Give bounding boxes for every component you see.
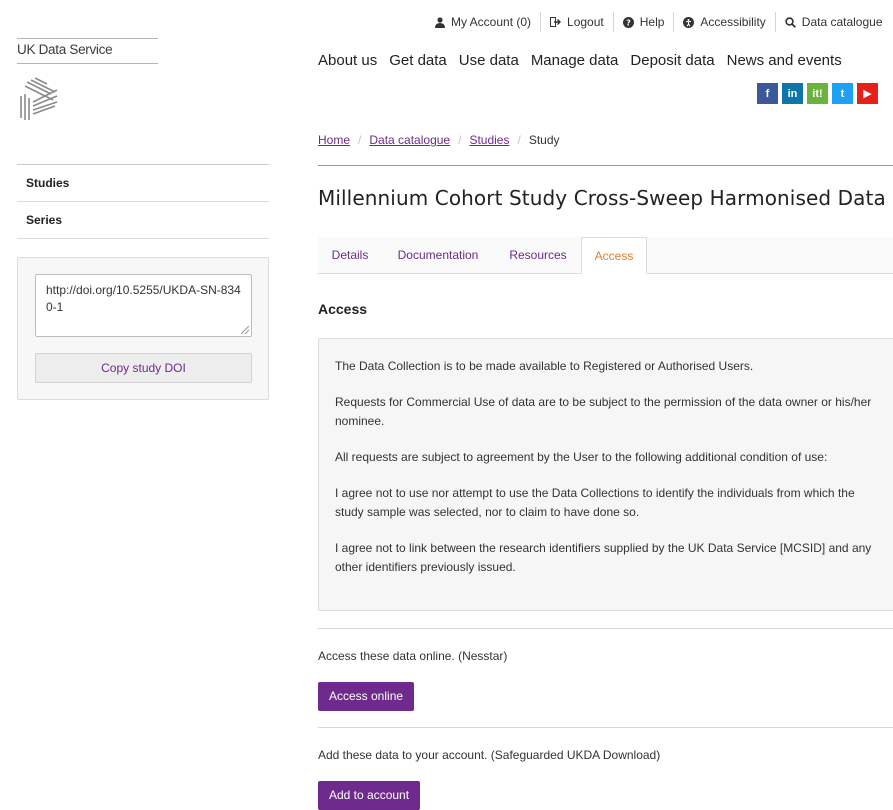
breadcrumb-studies[interactable]: Studies <box>469 133 509 147</box>
breadcrumb-current: Study <box>528 133 560 147</box>
social-links: f in it! t ▶ <box>757 83 882 104</box>
access-paragraph: All requests are subject to agreement by… <box>335 450 828 464</box>
tab-resources[interactable]: Resources <box>496 237 580 274</box>
doi-textarea[interactable]: http://doi.org/10.5255/UKDA-SN-8340-1 <box>35 274 252 337</box>
access-paragraph: I agree not to use nor attempt to use th… <box>335 486 855 519</box>
data-catalogue-label: Data catalogue <box>801 15 883 29</box>
online-access-note: Access these data online. (Nesstar) <box>318 649 508 663</box>
nav-news-and-events[interactable]: News and events <box>727 52 842 69</box>
breadcrumb-home[interactable]: Home <box>318 133 350 147</box>
logout-label: Logout <box>567 15 604 29</box>
help-icon: ? <box>622 16 634 28</box>
my-account-label: My Account (0) <box>451 15 532 29</box>
youtube-icon[interactable]: ▶ <box>857 83 878 104</box>
access-paragraph: I agree not to link between the research… <box>335 541 872 574</box>
nav-manage-data[interactable]: Manage data <box>531 52 619 69</box>
access-paragraph: The Data Collection is to be made availa… <box>335 359 754 373</box>
divider <box>318 727 893 728</box>
linkedin-icon[interactable]: in <box>782 83 803 104</box>
accessibility-icon <box>683 16 695 28</box>
divider <box>318 628 893 629</box>
sidebar-item-series[interactable]: Series <box>17 202 269 239</box>
nav-get-data[interactable]: Get data <box>389 52 447 69</box>
breadcrumb: Home / Data catalogue / Studies / Study <box>318 133 560 147</box>
access-heading: Access <box>318 301 368 317</box>
breadcrumb-separator: / <box>517 133 521 147</box>
svg-text:?: ? <box>626 18 631 27</box>
nav-about-us[interactable]: About us <box>318 52 377 69</box>
search-icon <box>785 16 796 28</box>
doi-panel: http://doi.org/10.5255/UKDA-SN-8340-1 Co… <box>17 257 269 400</box>
brand-name: UK Data Service <box>17 42 113 57</box>
ukds-logo-icon <box>20 77 58 120</box>
data-catalogue-link[interactable]: Data catalogue <box>774 12 892 32</box>
access-paragraph: Requests for Commercial Use of data are … <box>335 395 872 428</box>
breadcrumb-separator: / <box>458 133 462 147</box>
breadcrumb-separator: / <box>358 133 362 147</box>
tab-access[interactable]: Access <box>581 237 647 274</box>
tab-details[interactable]: Details <box>318 237 382 274</box>
sidebar-item-studies[interactable]: Studies <box>17 165 269 202</box>
utility-bar: My Account (0) Logout ? Help Accessibili… <box>426 12 892 32</box>
main-nav: About us Get data Use data Manage data D… <box>318 52 854 69</box>
doi-value: http://doi.org/10.5255/UKDA-SN-8340-1 <box>46 283 241 314</box>
tab-documentation[interactable]: Documentation <box>384 237 492 274</box>
my-account-link[interactable]: My Account (0) <box>426 12 540 32</box>
logout-link[interactable]: Logout <box>540 12 613 32</box>
breadcrumb-data-catalogue[interactable]: Data catalogue <box>369 133 450 147</box>
nav-deposit-data[interactable]: Deposit data <box>630 52 714 69</box>
access-online-button[interactable]: Access online <box>318 682 415 711</box>
brand-bottom-rule <box>17 63 158 64</box>
resize-grip-icon[interactable] <box>241 326 249 334</box>
twitter-icon[interactable]: t <box>832 83 853 104</box>
breadcrumb-divider <box>318 165 893 166</box>
accessibility-label: Accessibility <box>700 15 766 29</box>
download-access-note: Add these data to your account. (Safegua… <box>318 748 661 762</box>
user-icon <box>435 16 445 28</box>
copy-doi-button[interactable]: Copy study DOI <box>35 353 252 383</box>
jiscmail-icon[interactable]: it! <box>807 83 828 104</box>
add-to-account-button[interactable]: Add to account <box>318 781 421 810</box>
access-conditions: The Data Collection is to be made availa… <box>318 338 893 611</box>
accessibility-link[interactable]: Accessibility <box>673 12 774 32</box>
brand[interactable]: UK Data Service <box>17 38 158 127</box>
nav-use-data[interactable]: Use data <box>459 52 519 69</box>
logout-icon <box>550 17 562 27</box>
help-label: Help <box>639 15 665 29</box>
sidebar-nav: Studies Series <box>17 164 269 239</box>
page-title: Millennium Cohort Study Cross-Sweep Harm… <box>318 186 886 210</box>
tab-bar: Details Documentation Resources Access <box>318 237 893 274</box>
help-link[interactable]: ? Help <box>612 12 674 32</box>
facebook-icon[interactable]: f <box>757 83 778 104</box>
